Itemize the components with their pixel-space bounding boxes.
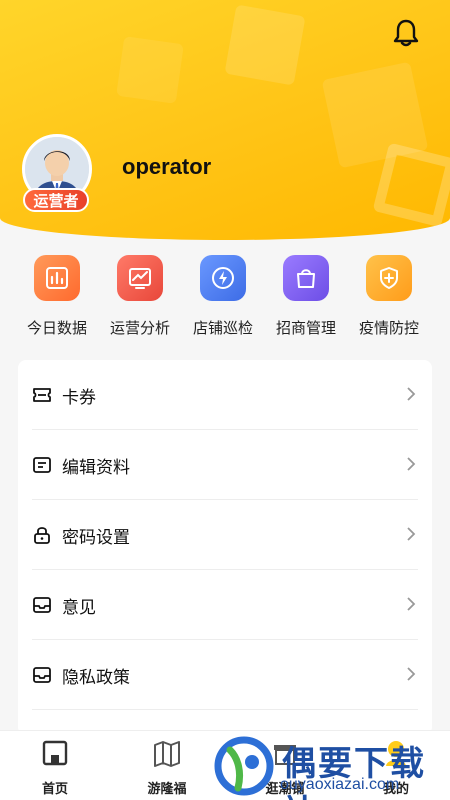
chevron-right-icon [407, 457, 416, 471]
divider [32, 709, 418, 710]
tab-home[interactable]: 首页 [10, 737, 100, 797]
menu-item-password-settings[interactable]: 密码设置 [18, 500, 432, 570]
map-icon [154, 741, 180, 767]
tab-label: 游隆福 [147, 781, 187, 796]
quick-action-analysis[interactable]: 运营分析 [98, 255, 182, 338]
bell-icon[interactable] [392, 18, 420, 48]
quick-action-label: 招商管理 [275, 320, 336, 337]
home-icon [42, 740, 68, 766]
menu-item-label: 密码设置 [62, 528, 130, 547]
chevron-right-icon [407, 387, 416, 401]
quick-action-epidemic-control[interactable]: 疫情防控 [347, 255, 431, 338]
quick-action-merchant-management[interactable]: 招商管理 [264, 255, 348, 338]
menu-item-label: 意见 [62, 598, 96, 617]
quick-action-label: 店铺巡检 [192, 320, 253, 337]
lock-icon [34, 527, 50, 544]
quick-action-label: 疫情防控 [358, 320, 419, 337]
menu-item-label: 隐私政策 [62, 668, 130, 687]
menu-item-label: 编辑资料 [62, 458, 130, 477]
chevron-right-icon [407, 597, 416, 611]
shield-plus-icon [366, 255, 412, 301]
trend-analysis-icon [117, 255, 163, 301]
inbox-icon [33, 597, 51, 613]
menu-item-label: 卡券 [62, 388, 96, 407]
menu-item-edit-profile[interactable]: 编辑资料 [18, 430, 432, 500]
settings-list: 卡券 编辑资料 密码设置 意见 隐私政策 [18, 360, 432, 735]
chevron-right-icon [407, 667, 416, 681]
watermark-logo-icon [214, 736, 274, 796]
quick-action-label: 今日数据 [26, 320, 87, 337]
quick-actions: 今日数据 运营分析 店铺巡检 招商管理 疫情防控 [0, 255, 450, 345]
quick-action-store-inspection[interactable]: 店铺巡检 [181, 255, 265, 338]
chevron-right-icon [407, 527, 416, 541]
site-watermark: 偶要下载站 ouyaoxiazai.com [212, 730, 450, 800]
quick-action-today-data[interactable]: 今日数据 [15, 255, 99, 338]
ticket-icon [33, 388, 51, 402]
menu-item-coupons[interactable]: 卡券 [18, 360, 432, 430]
tab-explore[interactable]: 游隆福 [122, 737, 212, 797]
inbox-icon [33, 667, 51, 683]
menu-item-privacy-policy[interactable]: 隐私政策 [18, 640, 432, 710]
quick-action-label: 运营分析 [109, 320, 170, 337]
role-badge: 运营者 [23, 188, 89, 212]
chart-data-icon [34, 255, 80, 301]
lightning-icon [200, 255, 246, 301]
edit-profile-icon [33, 457, 51, 473]
tab-label: 首页 [41, 781, 68, 796]
username: operator [122, 154, 212, 179]
header-decoration [116, 36, 184, 104]
shopping-bag-icon [283, 255, 329, 301]
menu-item-feedback[interactable]: 意见 [18, 570, 432, 640]
watermark-url: ouyaoxiazai.com [280, 776, 400, 793]
header-decoration [224, 4, 306, 86]
